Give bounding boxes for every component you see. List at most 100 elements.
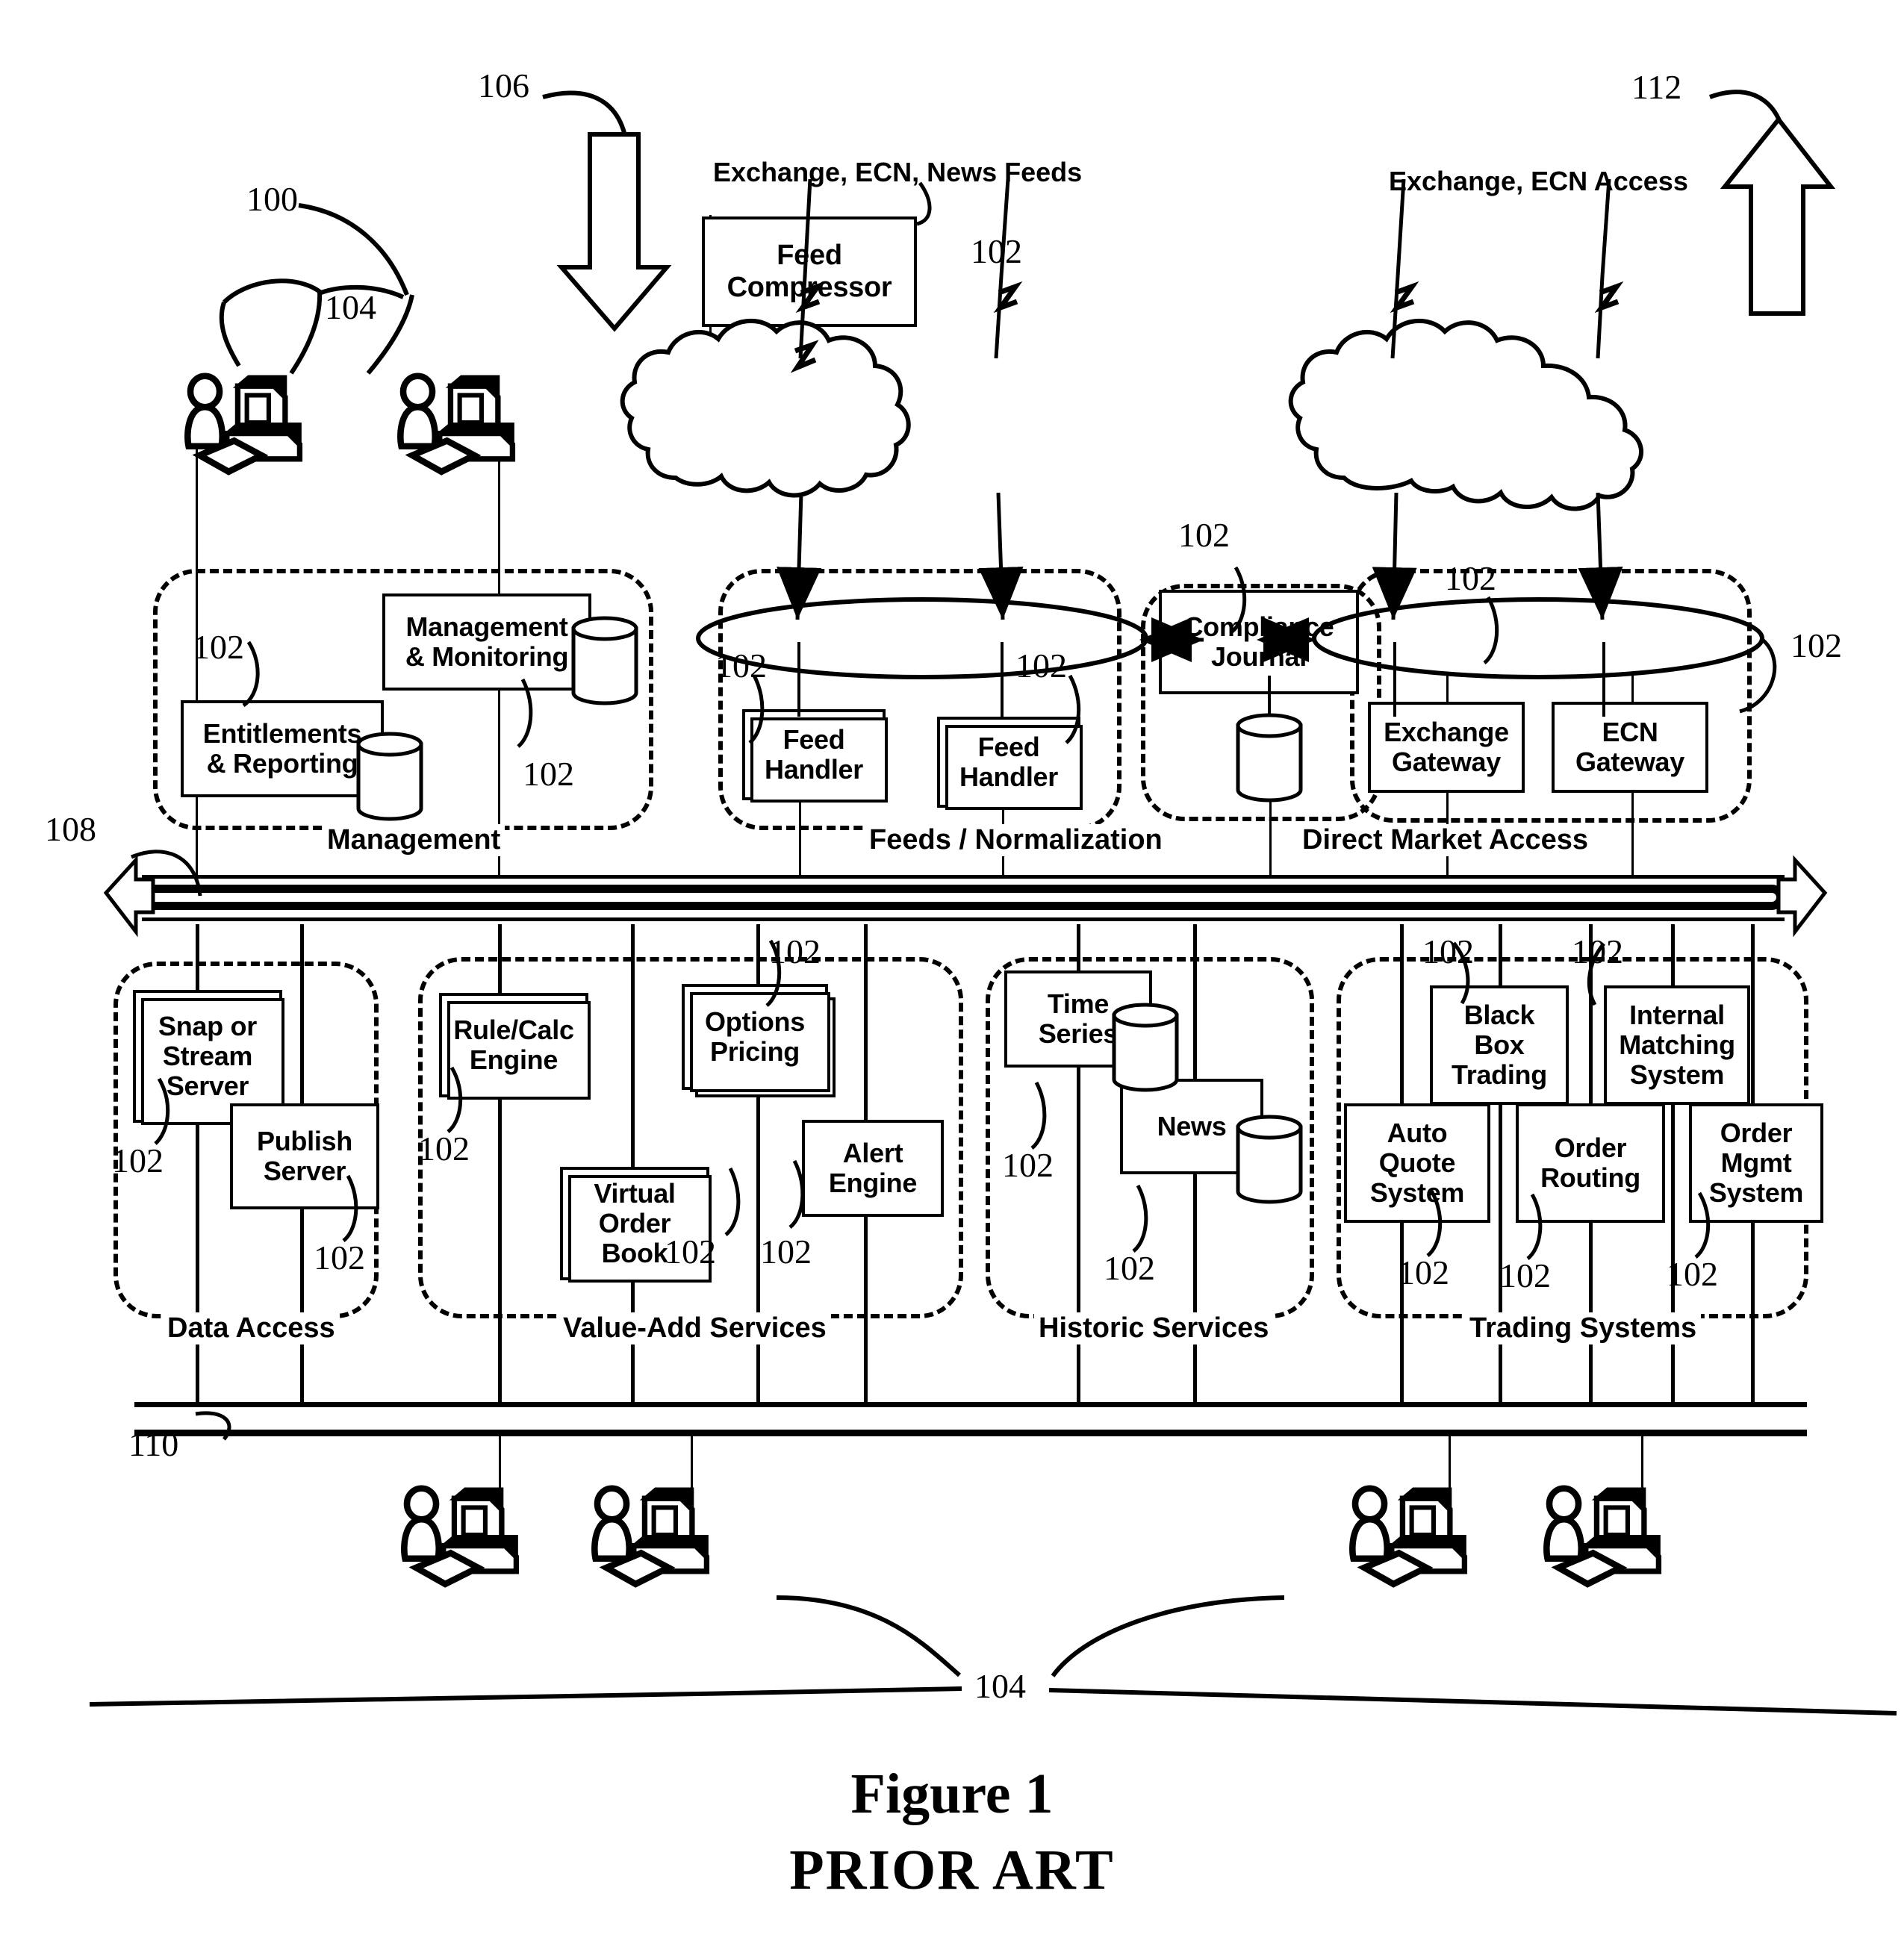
box-rule-calc-engine[interactable]: Rule/Calc Engine — [439, 993, 591, 1100]
box-order-mgmt-system[interactable]: Order Mgmt System — [1689, 1103, 1823, 1223]
blackbox-line3: Trading — [1452, 1059, 1547, 1091]
box-news[interactable]: News — [1120, 1079, 1263, 1174]
rulecalc-line2: Engine — [469, 1044, 559, 1075]
alert-line1: Alert — [842, 1137, 903, 1168]
ref-110: 110 — [128, 1425, 179, 1463]
internal-line2: Matching — [1619, 1029, 1735, 1060]
autoquote-line3: System — [1369, 1177, 1465, 1209]
ref-104-top: 104 — [325, 288, 376, 326]
internal-line3: System — [1629, 1059, 1725, 1091]
vob-line1: Virtual — [594, 1177, 676, 1209]
ref-106: 106 — [478, 66, 529, 105]
snap-line3: Server — [166, 1071, 249, 1102]
group-label-trading: Trading Systems — [1465, 1312, 1702, 1344]
entitlements-line1: Entitlements — [202, 717, 362, 749]
exchange-gw-line2: Gateway — [1392, 747, 1501, 777]
ref-104-bottom: 104 — [974, 1667, 1026, 1705]
figure-title: Figure 1 — [850, 1763, 1054, 1825]
box-order-routing[interactable]: Order Routing — [1516, 1103, 1665, 1223]
ref-102-ecngw: 102 — [1791, 626, 1842, 664]
vob-line3: Book — [601, 1238, 668, 1269]
inbound-block-arrow — [556, 132, 672, 332]
box-alert-engine[interactable]: Alert Engine — [802, 1120, 944, 1217]
rail-bottom-ws3 — [1449, 1424, 1451, 1508]
orderrouting-line1: Order — [1554, 1132, 1627, 1163]
ref-102-feedcomp: 102 — [971, 232, 1022, 270]
box-exchange-gateway[interactable]: Exchange Gateway — [1368, 702, 1525, 793]
ecn-gw-line1: ECN — [1602, 716, 1658, 747]
feed-compressor-line1: Feed — [777, 240, 842, 272]
outbound-block-arrow — [1720, 116, 1836, 316]
feed-handler-1-line2: Handler — [765, 754, 863, 785]
autoquote-line1: Auto — [1387, 1117, 1448, 1148]
upper-bus-right-arrow — [1776, 855, 1828, 938]
box-feed-handler-2[interactable]: Feed Handler — [937, 717, 1083, 810]
news-line1: News — [1157, 1110, 1227, 1141]
figure-subtitle: PRIOR ART — [789, 1839, 1115, 1901]
compliance-line2: Journal — [1211, 641, 1307, 672]
ordermgmt-line3: System — [1708, 1177, 1804, 1209]
box-management-monitoring[interactable]: Management & Monitoring — [382, 593, 591, 691]
ref-102-entitlements: 102 — [193, 628, 244, 666]
ref-102-timeseries: 102 — [1002, 1146, 1054, 1184]
publish-line1: Publish — [257, 1125, 352, 1156]
network-cloud-right — [1288, 318, 1643, 511]
feed-handler-1-line1: Feed — [783, 723, 845, 755]
box-feed-handler-1[interactable]: Feed Handler — [742, 709, 888, 803]
box-time-series[interactable]: Time Series — [1004, 970, 1152, 1068]
box-options-pricing[interactable]: Options Pricing — [682, 984, 836, 1097]
box-entitlements-reporting[interactable]: Entitlements & Reporting — [181, 700, 384, 797]
group-label-data-access: Data Access — [163, 1312, 340, 1344]
box-compliance-journal[interactable]: Compliance Journal — [1159, 590, 1359, 694]
rail-bottom-ws1 — [499, 1424, 501, 1508]
snap-line1: Snap or — [158, 1010, 257, 1041]
box-ecn-gateway[interactable]: ECN Gateway — [1552, 702, 1708, 793]
ref-102-autoquote: 102 — [1398, 1253, 1449, 1291]
mgmt-monitoring-line1: Management — [405, 611, 568, 642]
market-access-label: Exchange, ECN Access — [1389, 166, 1688, 196]
ref-102-compliance: 102 — [1178, 516, 1230, 554]
ref-112: 112 — [1631, 68, 1682, 106]
ref-108: 108 — [45, 810, 96, 848]
compliance-line1: Compliance — [1183, 611, 1334, 642]
ref-102-fh2: 102 — [1015, 646, 1067, 685]
snap-line2: Stream — [162, 1040, 253, 1071]
upper-message-bus-core — [142, 885, 1785, 910]
feed-link-lines — [790, 178, 1624, 373]
lower-message-bus[interactable] — [134, 1402, 1807, 1436]
ecn-gw-line2: Gateway — [1575, 747, 1684, 777]
ref-102-options: 102 — [769, 932, 821, 970]
alert-line2: Engine — [828, 1168, 918, 1198]
upper-message-bus[interactable] — [142, 875, 1785, 921]
ref-102-exgw: 102 — [1445, 559, 1496, 597]
ref-102-publish: 102 — [314, 1238, 365, 1277]
ref-102-orderrouting: 102 — [1499, 1256, 1551, 1294]
feed-compressor-line2: Compressor — [727, 272, 892, 303]
group-label-management: Management — [323, 824, 505, 856]
group-label-historic: Historic Services — [1034, 1312, 1274, 1344]
ref-102-mgmt: 102 — [523, 755, 574, 793]
feed-handler-2-line2: Handler — [959, 761, 1058, 792]
autoquote-line2: Quote — [1378, 1147, 1456, 1178]
box-internal-matching-system[interactable]: Internal Matching System — [1604, 985, 1750, 1105]
ref-102-fh1: 102 — [715, 646, 767, 685]
box-auto-quote-system[interactable]: Auto Quote System — [1344, 1103, 1490, 1223]
blackbox-line2: Box — [1474, 1029, 1525, 1060]
box-feed-compressor[interactable]: Feed Compressor — [702, 216, 917, 327]
group-label-feeds: Feeds / Normalization — [865, 824, 1167, 856]
rail-bottom-ws2 — [691, 1424, 693, 1508]
ref-102-vob: 102 — [665, 1233, 716, 1271]
ref-102-alert: 102 — [760, 1233, 812, 1271]
box-black-box-trading[interactable]: Black Box Trading — [1430, 985, 1569, 1105]
ref-102-internal: 102 — [1572, 932, 1623, 970]
publish-line2: Server — [263, 1156, 346, 1186]
exchange-gw-line1: Exchange — [1384, 716, 1509, 747]
timeseries-line2: Series — [1038, 1018, 1119, 1049]
timeseries-line1: Time — [1047, 988, 1110, 1019]
rail-feedcomp-top — [709, 326, 712, 362]
ref-100: 100 — [246, 180, 298, 218]
box-publish-server[interactable]: Publish Server — [230, 1103, 379, 1209]
ref-102-snap: 102 — [112, 1141, 164, 1180]
ref-102-ordermgmt: 102 — [1667, 1255, 1718, 1293]
options-line1: Options — [705, 1006, 805, 1037]
